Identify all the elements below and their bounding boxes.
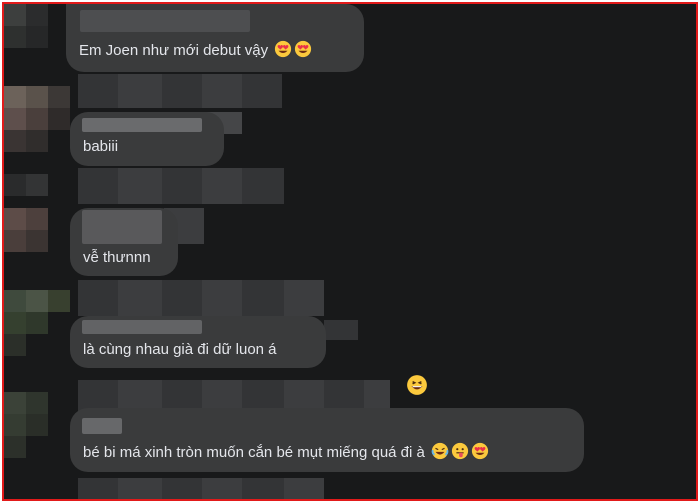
comment-text: bé bi má xinh tròn muốn cắn bé mụt miếng… bbox=[83, 444, 425, 461]
tongue-out-emoji-icon bbox=[451, 442, 469, 460]
commenter-name-redacted bbox=[82, 118, 202, 132]
avatar[interactable] bbox=[4, 208, 26, 230]
heart-eyes-emoji-icon bbox=[471, 442, 489, 460]
comment-bubble[interactable]: Em Joen như mới debut vậy bbox=[66, 4, 364, 72]
avatar[interactable] bbox=[4, 392, 26, 414]
grinning-emoji-icon[interactable] bbox=[406, 374, 428, 396]
comments-panel: Em Joen như mới debut vậy babiii vễ thưn… bbox=[2, 2, 698, 501]
commenter-name-redacted bbox=[80, 10, 250, 32]
comment-bubble[interactable]: là cùng nhau già đi dữ luon á bbox=[70, 316, 326, 368]
comment-text: là cùng nhau già đi dữ luon á bbox=[83, 341, 277, 358]
comment-bubble[interactable]: babiii bbox=[70, 112, 224, 166]
commenter-name-redacted bbox=[82, 210, 162, 244]
comment-text: vễ thưnnn bbox=[83, 249, 151, 266]
comment-text: Em Joen như mới debut vậy bbox=[79, 42, 269, 59]
comment-bubble[interactable]: vễ thưnnn bbox=[70, 208, 178, 276]
comment-bubble[interactable]: bé bi má xinh tròn muốn cắn bé mụt miếng… bbox=[70, 408, 584, 472]
comment-text: babiii bbox=[83, 138, 119, 155]
heart-eyes-emoji-icon bbox=[295, 40, 312, 58]
commenter-name-redacted bbox=[82, 320, 202, 334]
avatar-column bbox=[4, 4, 70, 499]
commenter-name-redacted bbox=[82, 418, 122, 434]
avatar[interactable] bbox=[4, 290, 26, 312]
heart-eyes-emoji-icon bbox=[275, 40, 292, 58]
avatar[interactable] bbox=[4, 86, 26, 108]
laughing-crying-emoji-icon bbox=[431, 442, 449, 460]
